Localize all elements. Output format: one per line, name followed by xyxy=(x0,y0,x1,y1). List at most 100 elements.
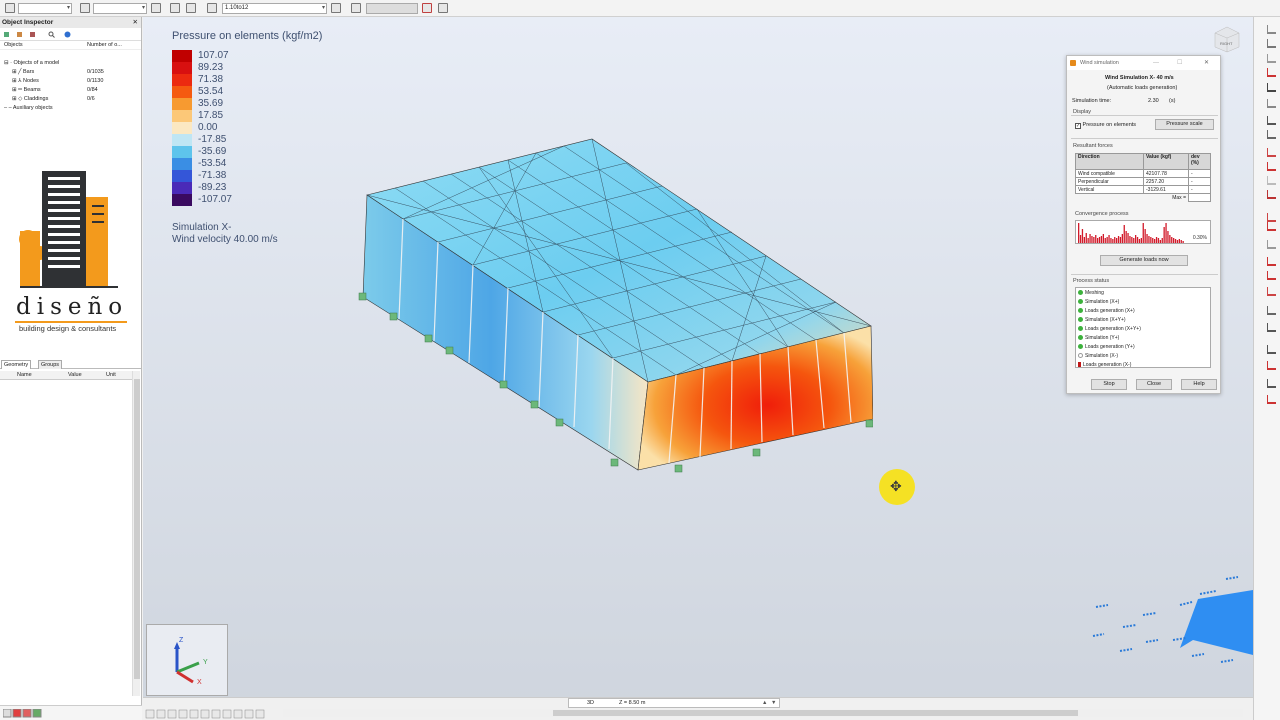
inspector-columns: Objects Number of o... xyxy=(0,41,141,50)
pressure-checkbox[interactable]: ✓ Pressure on elements xyxy=(1075,122,1136,129)
process-status-list: Meshing Simulation (X+) Loads generation (… xyxy=(1075,287,1211,368)
convergence-bar xyxy=(1127,233,1129,243)
forces-header-dev: dev (%) xyxy=(1188,153,1211,170)
convergence-bar xyxy=(1095,235,1097,243)
tool-icon[interactable] xyxy=(1267,148,1276,157)
convergence-bar xyxy=(1142,223,1144,243)
tab-geometry[interactable]: Geometry xyxy=(1,360,32,369)
tab-groups[interactable]: Groups xyxy=(38,360,63,369)
right-toolbar xyxy=(1253,17,1280,720)
table-icon[interactable] xyxy=(170,3,180,13)
tool-icon[interactable] xyxy=(1267,116,1276,125)
convergence-bar xyxy=(1169,235,1171,243)
tool-icon[interactable] xyxy=(1267,176,1276,185)
copy-icon[interactable] xyxy=(186,3,196,13)
tool-icon[interactable] xyxy=(1267,306,1276,315)
refresh-icon[interactable] xyxy=(438,3,448,13)
tool-icon[interactable] xyxy=(1267,287,1276,296)
convergence-bar xyxy=(1100,236,1103,243)
maximize-icon[interactable]: ☐ xyxy=(1177,56,1182,70)
legend-value: -53.54 xyxy=(198,158,227,169)
down-arrow-icon[interactable]: ▼ xyxy=(771,699,776,708)
tool-icon[interactable] xyxy=(1267,83,1276,92)
object-inspector: Object Inspector ✕ Objects Number of o..… xyxy=(0,17,142,720)
tool-icon[interactable] xyxy=(1267,162,1276,171)
tool-icon[interactable] xyxy=(1267,345,1276,354)
convergence-bar xyxy=(1135,235,1137,243)
convergence-bar xyxy=(1085,233,1087,243)
legend-value: -35.69 xyxy=(198,146,227,157)
up-arrow-icon[interactable]: ▲ xyxy=(762,699,767,708)
tool-icon[interactable] xyxy=(1267,395,1276,404)
properties-scrollbar[interactable] xyxy=(132,371,140,696)
structure-select[interactable]: ▾ xyxy=(18,3,72,14)
section-icon[interactable] xyxy=(80,3,90,13)
checkbox-checked-icon[interactable]: ✓ xyxy=(1075,123,1081,129)
case-select[interactable]: 1.10to12 ▾ xyxy=(222,3,327,14)
convergence-bar xyxy=(1180,240,1182,243)
bottom-tools-icon[interactable] xyxy=(3,709,47,718)
tool-icon[interactable] xyxy=(1267,213,1276,222)
open-icon[interactable] xyxy=(331,3,341,13)
tool-icon[interactable] xyxy=(1267,130,1276,139)
tool-icon[interactable] xyxy=(1267,240,1276,249)
tool-icon[interactable] xyxy=(151,3,161,13)
convergence-bar xyxy=(1154,239,1156,243)
tool-icon[interactable] xyxy=(1267,361,1276,370)
view-tools xyxy=(145,709,275,719)
horizontal-scrollbar[interactable] xyxy=(283,709,1243,717)
close-icon[interactable]: ✕ xyxy=(133,17,138,28)
view-cube[interactable]: RIGHT xyxy=(1211,25,1243,53)
close-button[interactable]: Close xyxy=(1136,379,1172,390)
resultant-forces-label: Resultant forces xyxy=(1073,143,1113,149)
minimize-icon[interactable]: — xyxy=(1153,56,1159,70)
simulation-label: Simulation X- Wind velocity 40.00 m/s xyxy=(172,222,278,246)
convergence-bar xyxy=(1110,238,1112,243)
load-icon[interactable] xyxy=(351,3,361,13)
tool-icon[interactable] xyxy=(1267,54,1276,63)
tool-icon[interactable] xyxy=(1267,190,1276,199)
generate-loads-button[interactable]: Generate loads now xyxy=(1100,255,1188,266)
tree-item-claddings[interactable]: ⊞ ◇ Claddings xyxy=(12,96,48,102)
save-icon[interactable] xyxy=(207,3,217,13)
group-icon[interactable] xyxy=(29,31,36,38)
tool-icon[interactable] xyxy=(1267,379,1276,388)
pressure-scale-button[interactable]: Pressure scale xyxy=(1155,119,1214,130)
check-icon xyxy=(1078,344,1083,349)
stop-button[interactable]: Stop xyxy=(1091,379,1127,390)
tool-icon[interactable] xyxy=(1267,271,1276,280)
help-icon[interactable] xyxy=(64,31,71,38)
status-icon xyxy=(1078,362,1081,367)
help-button[interactable]: Help xyxy=(1181,379,1217,390)
process-step-label: Simulation (Y+) xyxy=(1085,335,1120,341)
select-icon[interactable] xyxy=(16,31,23,38)
tree-item-model[interactable]: ⊟ · Objects of a model xyxy=(4,60,59,66)
tool-icon[interactable] xyxy=(1267,257,1276,266)
tree-item-bars[interactable]: ⊞ ╱ Bars xyxy=(12,69,34,75)
tree-item-nodes[interactable]: ⊞ ⅄ Nodes xyxy=(12,78,39,84)
tool-icon[interactable] xyxy=(1267,39,1276,48)
tree-item-auxiliary[interactable]: – – Auxiliary objects xyxy=(4,105,53,111)
close-icon[interactable]: ✕ xyxy=(1204,56,1209,70)
structure-type-icon[interactable] xyxy=(5,3,15,13)
simulation-time-unit: (s) xyxy=(1169,98,1176,104)
search-icon[interactable] xyxy=(48,31,55,38)
convergence-bar xyxy=(1114,237,1116,243)
tool-icon[interactable] xyxy=(1267,68,1276,77)
filter-icon[interactable] xyxy=(3,31,10,38)
tool-icon[interactable] xyxy=(1267,99,1276,108)
legend-value: 53.54 xyxy=(198,86,224,97)
view-tools-icon[interactable] xyxy=(145,709,275,719)
convergence-bar xyxy=(1159,240,1161,243)
list-item: Simulation (X-) xyxy=(1078,353,1118,359)
tool-icon[interactable] xyxy=(1267,222,1276,231)
wind-icon[interactable] xyxy=(422,3,432,13)
tool-icon[interactable] xyxy=(1267,25,1276,34)
tree-item-beams[interactable]: ⊞ ═ Beams xyxy=(12,87,41,93)
section-select[interactable]: ▾ xyxy=(93,3,147,14)
structure-model[interactable] xyxy=(353,127,873,487)
view-mode: 3D xyxy=(587,700,595,706)
check-icon xyxy=(1078,299,1083,304)
tool-icon[interactable] xyxy=(1267,323,1276,332)
process-step-label: Loads generation (X+Y+) xyxy=(1085,326,1141,332)
